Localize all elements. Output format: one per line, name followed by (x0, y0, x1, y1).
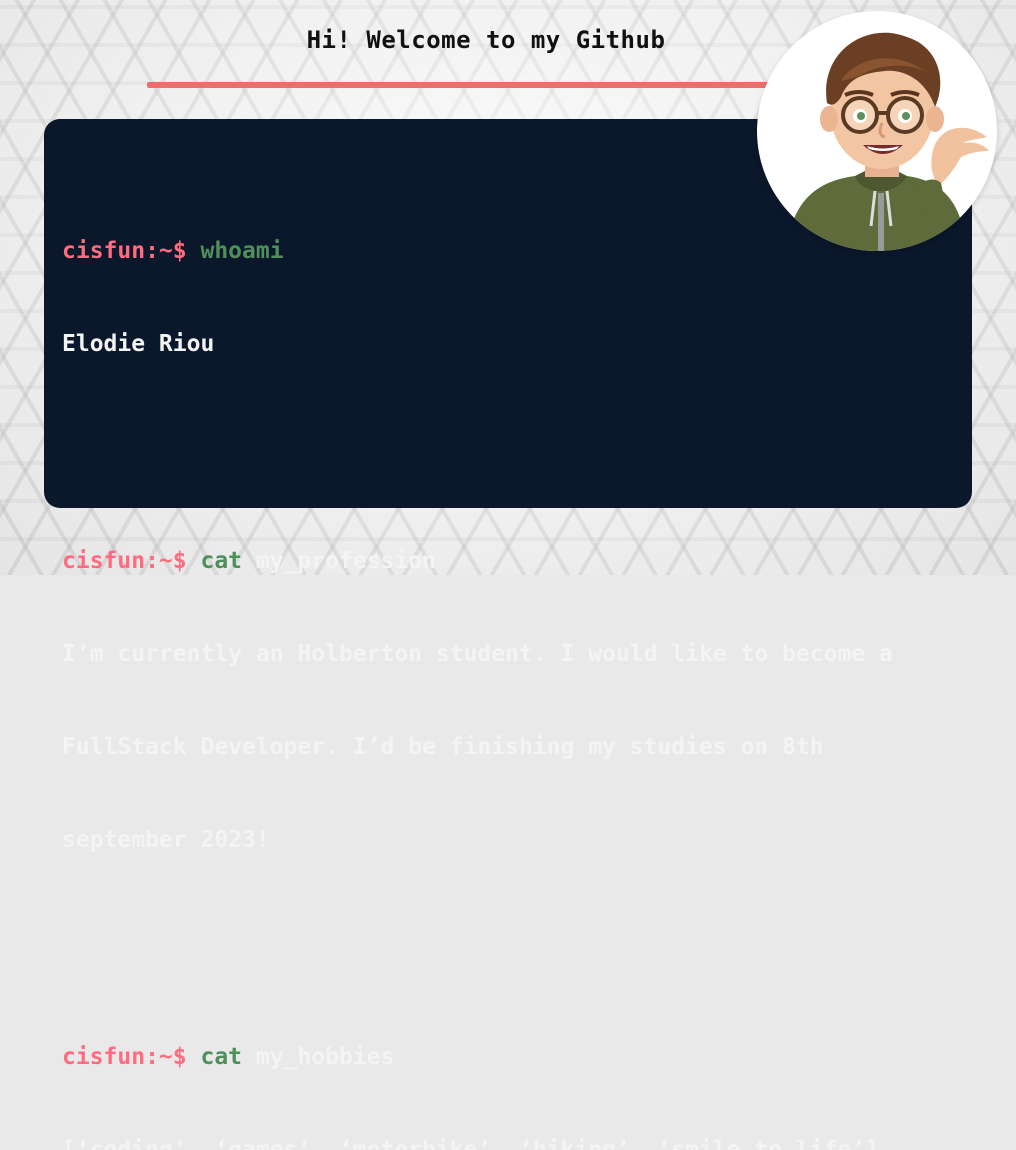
terminal-command-line: cisfun:~$ cat my_hobbies (62, 1042, 972, 1073)
terminal-output-line: Elodie Riou (62, 331, 215, 357)
terminal-argument: my_hobbies (255, 1044, 395, 1070)
terminal-command: cat (200, 1044, 243, 1070)
terminal-command: whoami (200, 238, 284, 264)
terminal-command-line: cisfun:~$ cat my_profession (62, 546, 972, 577)
terminal-output-line: FullStack Developer. I’d be finishing my… (62, 734, 824, 760)
terminal-prompt: cisfun:~$ (62, 548, 187, 574)
memoji-avatar-icon (757, 11, 997, 251)
title-underline (147, 82, 787, 88)
terminal-argument: my_profession (255, 548, 436, 574)
terminal-prompt: cisfun:~$ (62, 238, 187, 264)
terminal-command: cat (200, 548, 243, 574)
terminal-prompt: cisfun:~$ (62, 1044, 187, 1070)
terminal-output-line: I’m currently an Holberton student. I wo… (62, 641, 893, 667)
terminal-output-line: september 2023! (62, 827, 270, 853)
terminal-content: cisfun:~$ whoami Elodie Riou cisfun:~$ c… (62, 143, 972, 1150)
terminal-output-line: [‘coding’, ‘games’, ‘motorbike’, ‘hiking… (62, 1137, 879, 1150)
